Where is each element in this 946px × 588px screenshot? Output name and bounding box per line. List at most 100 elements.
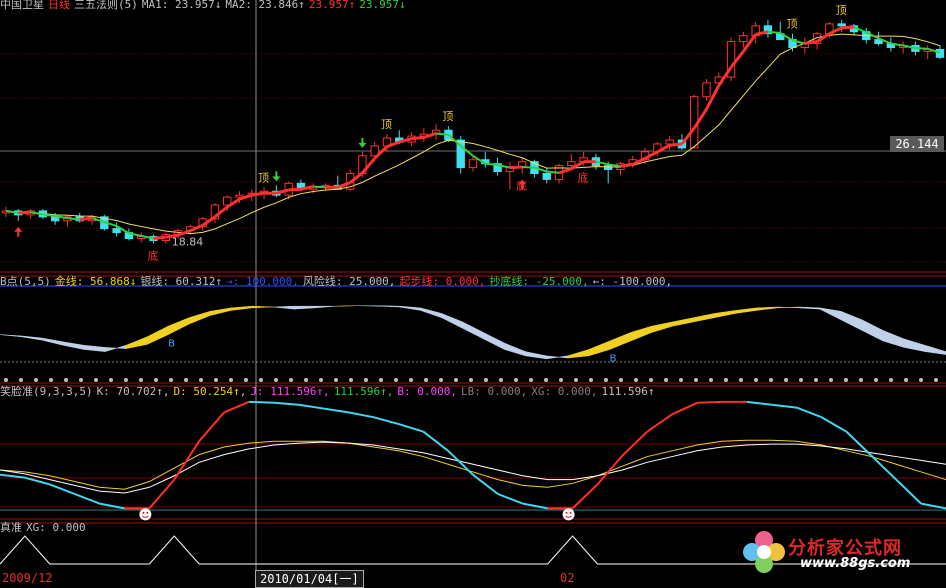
k-line-segment bbox=[373, 416, 399, 425]
band-segment bbox=[735, 307, 758, 314]
dotted-marker bbox=[259, 378, 263, 382]
b-signal-label: B bbox=[610, 354, 617, 365]
k-line-segment bbox=[248, 400, 274, 404]
band-segment bbox=[62, 341, 85, 350]
band-segment bbox=[483, 332, 505, 350]
dotted-marker bbox=[124, 378, 128, 382]
candle-body bbox=[935, 48, 945, 58]
dotted-marker bbox=[844, 378, 848, 382]
panel1-header-item: 中国卫星 bbox=[0, 0, 44, 11]
candle-body bbox=[567, 161, 576, 167]
band-segment bbox=[840, 310, 863, 331]
sell-arrow-icon bbox=[272, 171, 281, 182]
panel3-header: 笑脸准(9,3,3,5) K: 70.702↑, D: 50.254↑, J: 111… bbox=[0, 385, 658, 399]
low-price-label: 18.84 bbox=[172, 236, 204, 249]
ma1-line-segment bbox=[18, 210, 31, 215]
dotted-marker bbox=[784, 378, 788, 382]
dotted-marker bbox=[229, 378, 233, 382]
date-label-left: 2009/12 bbox=[2, 571, 53, 585]
k-line-segment bbox=[522, 502, 548, 510]
band-segment bbox=[83, 344, 106, 352]
logo-url: www.88gs.com bbox=[800, 556, 911, 571]
ma1-line-segment bbox=[67, 217, 80, 221]
bottom-signal-label: 底 bbox=[147, 248, 158, 262]
band-segment bbox=[125, 336, 148, 349]
sell-arrow-icon bbox=[358, 137, 367, 148]
ma1-line-segment bbox=[251, 191, 265, 197]
panel3-header-item: D: 50.254↑, bbox=[173, 385, 247, 398]
dotted-marker bbox=[139, 378, 143, 382]
band-segment bbox=[399, 305, 421, 311]
band-segment bbox=[294, 305, 316, 310]
band-segment bbox=[861, 319, 884, 342]
k-line-segment bbox=[497, 493, 524, 505]
band-segment bbox=[609, 332, 631, 350]
k-line-segment bbox=[198, 411, 225, 442]
band-segment bbox=[252, 305, 274, 309]
top-signal-label: 顶 bbox=[442, 110, 453, 123]
dotted-marker bbox=[109, 378, 113, 382]
band-segment bbox=[924, 344, 946, 355]
panel4-header-item: XG: 0.000 bbox=[26, 521, 86, 534]
panel3-header-item: XG: 0.000, bbox=[531, 385, 598, 398]
smiley-icon bbox=[562, 508, 575, 521]
k-line-segment bbox=[571, 483, 599, 510]
candle-body bbox=[665, 139, 674, 145]
panel2-header-item: ←: -100.000, bbox=[592, 275, 673, 288]
band-segment bbox=[462, 321, 484, 340]
band-segment bbox=[882, 330, 905, 348]
k-line-segment bbox=[173, 440, 200, 481]
panel1-header-item: 23.957↑ bbox=[308, 0, 356, 11]
band-segment bbox=[230, 305, 253, 311]
band-segment bbox=[567, 349, 589, 359]
panel3-header-item: LB: 0.000, bbox=[461, 385, 528, 398]
dotted-marker bbox=[694, 378, 698, 382]
dotted-marker bbox=[319, 378, 323, 382]
dotted-marker bbox=[334, 378, 338, 382]
dotted-marker bbox=[499, 378, 503, 382]
k-line-segment bbox=[746, 400, 772, 406]
dotted-marker bbox=[814, 378, 818, 382]
dotted-marker bbox=[19, 378, 23, 382]
chart-canvas[interactable]: 18.84顶顶顶顶顶底底底BB bbox=[0, 0, 946, 588]
panel4-header: 真准 XG: 0.000 bbox=[0, 521, 90, 535]
price-marker-tag: 26.144 bbox=[890, 136, 944, 152]
band-segment bbox=[903, 338, 926, 352]
ma1-line-segment bbox=[669, 142, 683, 147]
dotted-marker bbox=[589, 378, 593, 382]
top-signal-label: 顶 bbox=[381, 118, 392, 131]
ma1-line-segment bbox=[411, 135, 425, 141]
k-line-segment bbox=[870, 454, 897, 481]
dotted-marker bbox=[454, 378, 458, 382]
k-line-segment bbox=[920, 502, 946, 510]
dotted-marker bbox=[169, 378, 173, 382]
top-signal-label: 顶 bbox=[836, 4, 847, 17]
band-segment bbox=[20, 335, 43, 341]
panel1-header-item: 23.957↓ bbox=[359, 0, 406, 11]
cursor-date-label: 2010/01/04[一] bbox=[255, 570, 364, 588]
flower-logo-icon bbox=[743, 531, 785, 573]
dotted-marker bbox=[34, 378, 38, 382]
band-segment bbox=[167, 317, 190, 336]
dotted-marker bbox=[469, 378, 473, 382]
dotted-marker bbox=[424, 378, 428, 382]
dotted-marker bbox=[364, 378, 368, 382]
dotted-marker bbox=[199, 378, 203, 382]
k-line-segment bbox=[0, 473, 26, 479]
band-segment bbox=[209, 307, 232, 316]
panel1-header-item: 三五法则(5) bbox=[74, 0, 138, 11]
ma1-line-segment bbox=[79, 216, 93, 221]
j-line bbox=[0, 441, 946, 494]
ma1-line-segment bbox=[288, 187, 302, 192]
panel2-header-item: B点(5,5) bbox=[0, 275, 51, 288]
band-segment bbox=[0, 334, 22, 338]
band-segment bbox=[104, 344, 127, 352]
band-segment bbox=[546, 355, 568, 360]
top-signal-label: 顶 bbox=[258, 171, 269, 184]
panel3-header-item: K: 70.702↑, bbox=[96, 385, 170, 398]
dotted-marker bbox=[544, 378, 548, 382]
dotted-marker bbox=[289, 378, 293, 382]
dotted-marker bbox=[184, 378, 188, 382]
candle-body bbox=[603, 165, 613, 171]
panel2-header-item: 金线: 56.868↓ bbox=[54, 275, 137, 288]
